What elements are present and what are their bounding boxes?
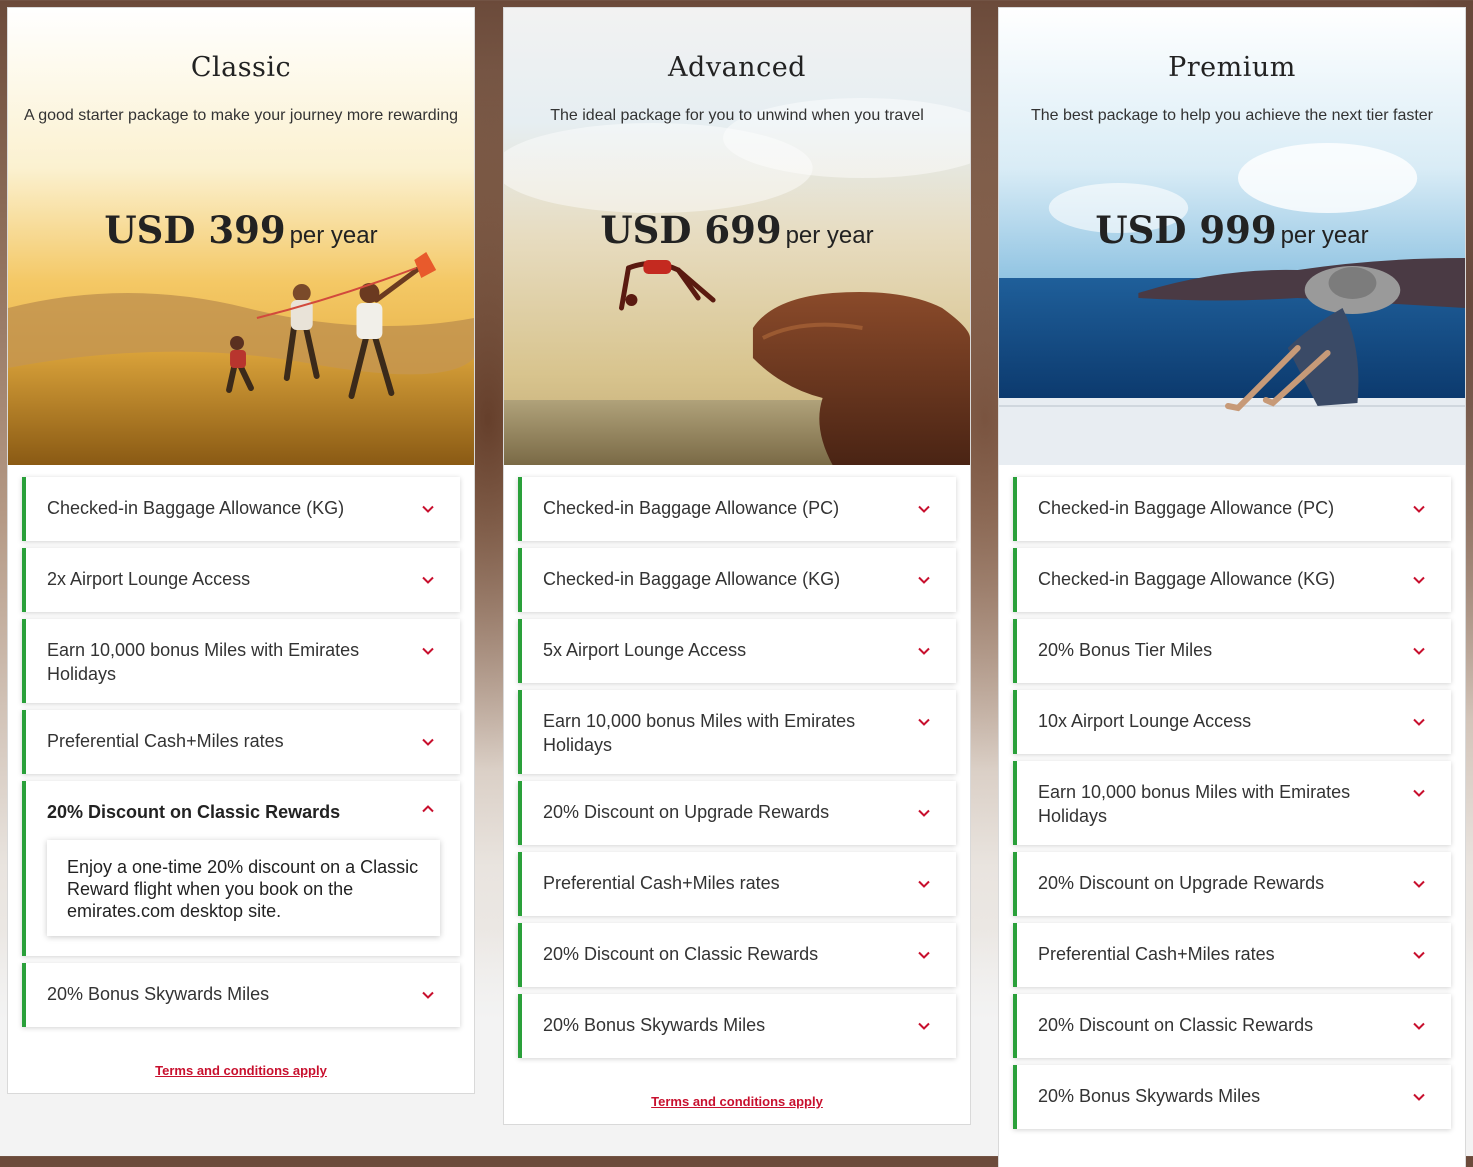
chevron-down-icon: [1413, 1093, 1425, 1101]
card-hero: Premium The best package to help you ach…: [999, 8, 1465, 465]
feature-label: Checked-in Baggage Allowance (KG): [47, 498, 345, 518]
feature-label: Earn 10,000 bonus Miles with Emirates Ho…: [543, 711, 856, 755]
price: USD 699 per year: [504, 208, 970, 252]
feature-item[interactable]: 20% Discount on Upgrade Rewards: [1013, 852, 1451, 916]
chevron-down-icon: [918, 647, 930, 655]
feature-label: 20% Discount on Upgrade Rewards: [1038, 873, 1325, 893]
terms-link[interactable]: Terms and conditions apply: [504, 1094, 970, 1109]
feature-item[interactable]: 20% Discount on Upgrade Rewards: [518, 781, 956, 845]
feature-label: 20% Discount on Classic Rewards: [1038, 1015, 1314, 1035]
feature-item[interactable]: Checked-in Baggage Allowance (PC): [518, 477, 956, 541]
feature-label: 20% Bonus Skywards Miles: [47, 984, 270, 1004]
price-period: per year: [289, 222, 378, 249]
feature-item[interactable]: Earn 10,000 bonus Miles with Emirates Ho…: [22, 619, 460, 703]
feature-label: 2x Airport Lounge Access: [47, 569, 251, 589]
feature-item[interactable]: 20% Bonus Skywards Miles: [518, 994, 956, 1058]
feature-label: Checked-in Baggage Allowance (KG): [1038, 569, 1336, 589]
feature-label: Checked-in Baggage Allowance (PC): [543, 498, 840, 518]
card-subtitle: The best package to help you achieve the…: [1030, 107, 1434, 124]
chevron-up-icon: [422, 805, 434, 813]
feature-list: Checked-in Baggage Allowance (PC) Checke…: [999, 465, 1465, 1129]
chevron-down-icon: [918, 576, 930, 584]
price-period: per year: [1280, 222, 1369, 249]
feature-label: Earn 10,000 bonus Miles with Emirates Ho…: [1038, 782, 1351, 826]
feature-label: 20% Discount on Classic Rewards: [47, 802, 341, 822]
price-amount: USD 699: [600, 208, 782, 252]
feature-list: Checked-in Baggage Allowance (KG) 2x Air…: [8, 465, 474, 1027]
feature-label: Checked-in Baggage Allowance (KG): [543, 569, 841, 589]
feature-list: Checked-in Baggage Allowance (PC) Checke…: [504, 465, 970, 1058]
chevron-down-icon: [1413, 880, 1425, 888]
feature-item[interactable]: Checked-in Baggage Allowance (KG): [22, 477, 460, 541]
card-subtitle: A good starter package to make your jour…: [23, 107, 458, 124]
card-title: Advanced: [668, 52, 806, 83]
chevron-down-icon: [918, 809, 930, 817]
chevron-down-icon: [1413, 647, 1425, 655]
feature-item[interactable]: Preferential Cash+Miles rates: [22, 710, 460, 774]
feature-label: 20% Bonus Skywards Miles: [1038, 1086, 1261, 1106]
feature-item[interactable]: Checked-in Baggage Allowance (PC): [1013, 477, 1451, 541]
chevron-down-icon: [422, 738, 434, 746]
chevron-down-icon: [1413, 576, 1425, 584]
feature-label: 20% Bonus Skywards Miles: [543, 1015, 766, 1035]
card-title: Premium: [1168, 52, 1296, 83]
chevron-down-icon: [422, 505, 434, 513]
package-card-classic: Classic A good starter package to make y…: [7, 7, 475, 1094]
chevron-down-icon: [918, 505, 930, 513]
chevron-down-icon: [1413, 718, 1425, 726]
feature-item[interactable]: 20% Bonus Skywards Miles: [22, 963, 460, 1027]
chevron-down-icon: [918, 1022, 930, 1030]
price: USD 999 per year: [999, 208, 1465, 252]
feature-item[interactable]: Earn 10,000 bonus Miles with Emirates Ho…: [518, 690, 956, 774]
price-period: per year: [785, 222, 874, 249]
card-hero: Advanced The ideal package for you to un…: [504, 8, 970, 465]
card-hero: Classic A good starter package to make y…: [8, 8, 474, 465]
feature-label: Preferential Cash+Miles rates: [543, 873, 780, 893]
card-subtitle: The ideal package for you to unwind when…: [550, 107, 924, 124]
feature-item[interactable]: 20% Bonus Skywards Miles: [1013, 1065, 1451, 1129]
feature-label: 5x Airport Lounge Access: [543, 640, 747, 660]
chevron-down-icon: [422, 647, 434, 655]
feature-detail-panel: Enjoy a one-time 20% discount on a Class…: [47, 840, 440, 936]
chevron-down-icon: [1413, 505, 1425, 513]
card-title: Classic: [190, 52, 292, 83]
feature-item[interactable]: 20% Bonus Tier Miles: [1013, 619, 1451, 683]
feature-label: Preferential Cash+Miles rates: [47, 731, 284, 751]
chevron-down-icon: [422, 991, 434, 999]
feature-item[interactable]: Earn 10,000 bonus Miles with Emirates Ho…: [1013, 761, 1451, 845]
price: USD 399 per year: [8, 208, 474, 252]
price-amount: USD 999: [1095, 208, 1277, 252]
feature-label: 20% Discount on Upgrade Rewards: [543, 802, 830, 822]
feature-label: Preferential Cash+Miles rates: [1038, 944, 1275, 964]
chevron-down-icon: [422, 576, 434, 584]
feature-item[interactable]: Checked-in Baggage Allowance (KG): [518, 548, 956, 612]
feature-label: 20% Bonus Tier Miles: [1038, 640, 1213, 660]
feature-item[interactable]: 20% Discount on Classic Rewards: [1013, 994, 1451, 1058]
feature-item[interactable]: Preferential Cash+Miles rates: [1013, 923, 1451, 987]
package-card-advanced: Advanced The ideal package for you to un…: [503, 7, 971, 1125]
feature-item[interactable]: 5x Airport Lounge Access: [518, 619, 956, 683]
feature-label: Earn 10,000 bonus Miles with Emirates Ho…: [47, 640, 360, 684]
chevron-down-icon: [918, 718, 930, 726]
feature-label: 20% Discount on Classic Rewards: [543, 944, 819, 964]
chevron-down-icon: [918, 951, 930, 959]
feature-label: 10x Airport Lounge Access: [1038, 711, 1252, 731]
chevron-down-icon: [1413, 951, 1425, 959]
feature-item[interactable]: 10x Airport Lounge Access: [1013, 690, 1451, 754]
chevron-down-icon: [1413, 1022, 1425, 1030]
price-amount: USD 399: [104, 208, 286, 252]
feature-item[interactable]: Preferential Cash+Miles rates: [518, 852, 956, 916]
chevron-down-icon: [918, 880, 930, 888]
feature-item[interactable]: 2x Airport Lounge Access: [22, 548, 460, 612]
terms-link[interactable]: Terms and conditions apply: [8, 1063, 474, 1078]
chevron-down-icon: [1413, 789, 1425, 797]
feature-item-expanded[interactable]: 20% Discount on Classic Rewards Enjoy a …: [22, 781, 460, 956]
package-card-premium: Premium The best package to help you ach…: [998, 7, 1466, 1167]
feature-label: Checked-in Baggage Allowance (PC): [1038, 498, 1335, 518]
feature-item[interactable]: 20% Discount on Classic Rewards: [518, 923, 956, 987]
feature-item[interactable]: Checked-in Baggage Allowance (KG): [1013, 548, 1451, 612]
